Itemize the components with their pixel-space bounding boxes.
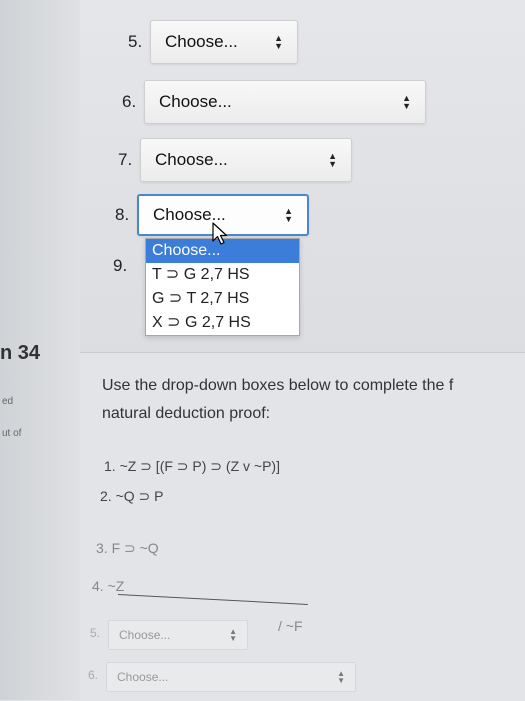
up-down-arrows-icon: ▲ ▼: [274, 33, 283, 51]
dropdown-option[interactable]: X ⊃ G 2,7 HS: [146, 311, 299, 335]
up-down-arrows-icon: ▲ ▼: [402, 93, 411, 111]
dropdown-option[interactable]: T ⊃ G 2,7 HS: [146, 263, 299, 287]
question-number: n 34: [0, 342, 41, 364]
up-down-arrows-icon: ▲ ▼: [284, 206, 293, 224]
answer-row-7: 7. Choose... ▲ ▼: [118, 138, 352, 182]
answer-select-5[interactable]: Choose... ▲ ▼: [150, 20, 298, 64]
proof-conclusion: / ~F: [278, 618, 303, 634]
proof-premise-1: 1. ~Z ⊃ [(F ⊃ P) ⊃ (Z v ~P)]: [104, 458, 280, 474]
question-points-label: ut of: [2, 428, 22, 439]
answer-row-6: 6. Choose... ▲ ▼: [122, 80, 426, 124]
select-value: Choose...: [119, 628, 171, 642]
select-value: Choose...: [159, 92, 232, 111]
answer-row-9: 9.: [113, 256, 135, 276]
answer-row-5: 5. Choose... ▲ ▼: [128, 20, 298, 64]
row-number: 6.: [88, 668, 99, 682]
select-value: Choose...: [165, 32, 238, 51]
answer-select-bottom-6[interactable]: Choose... ▲ ▼: [106, 662, 356, 692]
question-instructions: Use the drop-down boxes below to complet…: [102, 372, 525, 428]
instructions-line-2: natural deduction proof:: [102, 405, 271, 422]
proof-premise-4: 4. ~Z: [92, 578, 125, 594]
answer-select-7[interactable]: Choose... ▲ ▼: [140, 138, 352, 182]
row-number: 8.: [115, 205, 130, 224]
up-down-arrows-icon: ▲ ▼: [229, 627, 237, 643]
mouse-pointer-icon: [212, 222, 228, 245]
select-value: Choose...: [117, 670, 169, 684]
row-number: 7.: [118, 150, 133, 169]
row-number: 9.: [113, 256, 128, 275]
row-number: 5.: [128, 32, 143, 51]
row-number: 6.: [122, 92, 137, 111]
select-value: Choose...: [155, 150, 228, 169]
proof-premise-3: 3. F ⊃ ~Q: [96, 540, 159, 556]
proof-premise-2: 2. ~Q ⊃ P: [100, 488, 164, 504]
dropdown-options-list: Choose... T ⊃ G 2,7 HS G ⊃ T 2,7 HS X ⊃ …: [145, 238, 300, 336]
answer-select-6[interactable]: Choose... ▲ ▼: [144, 80, 426, 124]
dropdown-option[interactable]: G ⊃ T 2,7 HS: [146, 287, 299, 311]
row-number: 5.: [90, 626, 101, 640]
instructions-line-1: Use the drop-down boxes below to complet…: [102, 377, 454, 394]
up-down-arrows-icon: ▲ ▼: [328, 151, 337, 169]
up-down-arrows-icon: ▲ ▼: [337, 669, 345, 685]
answer-select-bottom-5[interactable]: Choose... ▲ ▼: [108, 620, 248, 650]
question-status-label: ed: [2, 396, 14, 407]
